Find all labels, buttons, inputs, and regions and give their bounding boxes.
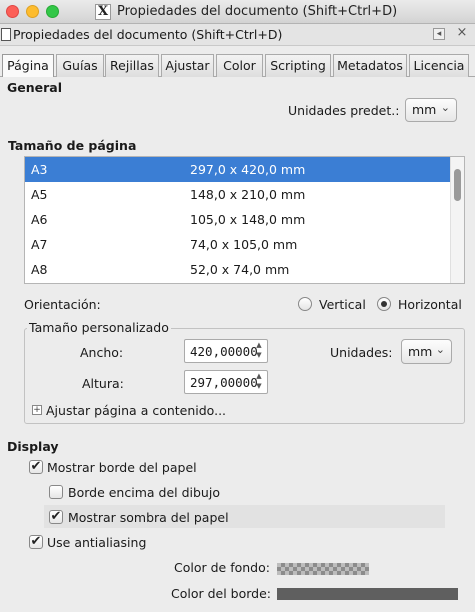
show-border-label[interactable]: Mostrar borde del papel [47, 460, 197, 475]
antialiasing-checkbox[interactable]: ✔ [29, 535, 43, 549]
border-color-swatch[interactable] [277, 588, 458, 600]
vertical-radio[interactable] [298, 297, 312, 311]
border-on-top-checkbox[interactable] [49, 485, 63, 499]
display-header: Display [7, 439, 59, 454]
page-size-dimensions: 74,0 x 105,0 mm [190, 237, 298, 252]
custom-units-select[interactable]: mm ⌄ [401, 339, 452, 364]
page-size-dimensions: 148,0 x 210,0 mm [190, 187, 306, 202]
page-size-row[interactable]: A6 105,0 x 148,0 mm [25, 207, 451, 232]
tab-scripting[interactable]: Scripting [265, 54, 331, 77]
background-color-swatch[interactable] [277, 563, 369, 575]
tab-rejillas[interactable]: Rejillas [105, 54, 159, 77]
page-size-dimensions: 105,0 x 148,0 mm [190, 212, 306, 227]
page-size-list[interactable]: A3 297,0 x 420,0 mm A5 148,0 x 210,0 mm … [24, 156, 465, 284]
minimize-window-button[interactable] [26, 5, 39, 18]
fit-page-expander-label[interactable]: Ajustar página a contenido... [46, 403, 226, 418]
panel-header: Propiedades del documento (Shift+Ctrl+D)… [0, 24, 475, 46]
height-label: Altura: [82, 376, 124, 391]
page-size-scrollbar[interactable] [450, 157, 464, 283]
horizontal-radio[interactable] [377, 297, 391, 311]
chevron-down-icon: ⌄ [440, 101, 450, 114]
document-icon [1, 28, 11, 41]
default-units-label: Unidades predet.: [288, 103, 400, 118]
page-size-name: A8 [31, 262, 48, 277]
height-spinbox[interactable]: 297,00000 ▲ ▼ [184, 370, 268, 394]
page-size-name: A6 [31, 212, 48, 227]
page-size-dimensions: 52,0 x 74,0 mm [190, 262, 290, 277]
spin-arrows-icon[interactable]: ▲ ▼ [253, 340, 265, 362]
show-shadow-label[interactable]: Mostrar sombra del papel [68, 510, 229, 525]
orientation-label: Orientación: [24, 297, 101, 312]
x11-icon: X [95, 4, 111, 20]
default-units-value: mm [412, 102, 437, 117]
spin-arrows-icon[interactable]: ▲ ▼ [253, 371, 265, 393]
tab-guias[interactable]: Guías [56, 54, 104, 77]
scrollbar-thumb[interactable] [454, 169, 461, 201]
page-size-name: A7 [31, 237, 48, 252]
page-size-row[interactable]: A5 148,0 x 210,0 mm [25, 182, 451, 207]
width-spinbox[interactable]: 420,00000 ▲ ▼ [184, 339, 268, 363]
antialiasing-label[interactable]: Use antialiasing [47, 535, 146, 550]
page-size-header: Tamaño de página [8, 138, 137, 153]
close-panel-icon[interactable]: × [456, 26, 468, 40]
vertical-radio-label[interactable]: Vertical [319, 297, 366, 312]
close-window-button[interactable] [6, 5, 19, 18]
page-size-row[interactable]: A3 297,0 x 420,0 mm [25, 157, 451, 182]
background-color-label: Color de fondo: [174, 560, 270, 575]
tab-color[interactable]: Color [216, 54, 263, 77]
width-label: Ancho: [80, 345, 124, 360]
panel-title: Propiedades del documento (Shift+Ctrl+D) [13, 27, 283, 42]
page-size-dimensions: 297,0 x 420,0 mm [190, 162, 306, 177]
tab-licencia[interactable]: Licencia [409, 54, 469, 77]
tab-metadatos[interactable]: Metadatos [333, 54, 407, 77]
tab-pagina[interactable]: Página [2, 54, 54, 78]
tab-ajustar[interactable]: Ajustar [161, 54, 214, 77]
dock-toggle-icon[interactable]: ◂ [433, 28, 445, 40]
default-units-select[interactable]: mm ⌄ [405, 98, 457, 122]
page-size-name: A3 [31, 162, 48, 177]
border-color-label: Color del borde: [171, 586, 272, 601]
custom-size-title: Tamaño personalizado [27, 320, 171, 335]
custom-units-value: mm [408, 344, 433, 359]
show-shadow-checkbox[interactable]: ✔ [49, 510, 63, 524]
general-header: General [7, 80, 62, 95]
width-value: 420,00000 [190, 344, 258, 359]
page-size-row[interactable]: A8 52,0 x 74,0 mm [25, 257, 451, 282]
pagina-tab-content: General Unidades predet.: mm ⌄ Tamaño de… [0, 77, 475, 612]
horizontal-radio-label[interactable]: Horizontal [398, 297, 462, 312]
border-on-top-label[interactable]: Borde encima del dibujo [68, 485, 220, 500]
expand-icon[interactable]: + [32, 405, 42, 415]
height-value: 297,00000 [190, 375, 258, 390]
page-size-row[interactable]: A7 74,0 x 105,0 mm [25, 232, 451, 257]
window-title: Propiedades del documento (Shift+Ctrl+D) [117, 4, 398, 19]
units-label: Unidades: [330, 345, 393, 360]
show-border-checkbox[interactable]: ✔ [29, 460, 43, 474]
page-size-name: A5 [31, 187, 48, 202]
tab-bar: Página Guías Rejillas Ajustar Color Scri… [0, 54, 475, 78]
maximize-window-button[interactable] [46, 5, 59, 18]
chevron-down-icon: ⌄ [435, 343, 445, 356]
window-titlebar: X Propiedades del documento (Shift+Ctrl+… [0, 0, 475, 24]
